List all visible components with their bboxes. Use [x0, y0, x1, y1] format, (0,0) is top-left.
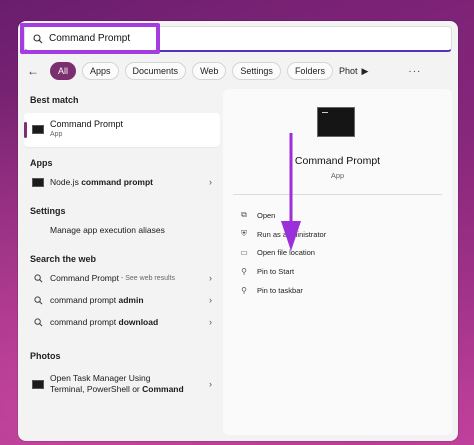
search-web-header: Search the web [30, 254, 97, 264]
filter-bar: ← All Apps Documents Web Settings Folder… [24, 61, 452, 81]
web-download-bold: download [118, 317, 159, 327]
filter-apps[interactable]: Apps [82, 62, 119, 80]
pin-icon: ⚲ [241, 286, 247, 295]
filter-settings[interactable]: Settings [232, 62, 281, 80]
settings-item-label: Manage app execution aliases [50, 225, 165, 235]
apps-header: Apps [30, 158, 53, 168]
folder-icon: ▭ [240, 248, 248, 257]
preview-pane: Command Prompt App ⧉ Open ⛨ Run as admin… [223, 89, 452, 435]
action-open-file-location[interactable]: ▭ Open file location [239, 248, 315, 257]
web-item-label: Command Prompt [50, 273, 119, 283]
annotation-arrow [281, 133, 301, 251]
filter-all[interactable]: All [50, 62, 77, 80]
best-match-subtitle: App [50, 131, 63, 138]
best-match-title: Command Prompt [50, 119, 124, 129]
list-item-web-admin[interactable]: command prompt admin › [24, 291, 220, 309]
search-icon [32, 317, 44, 327]
pin-icon: ⚲ [241, 267, 247, 276]
list-item-web-command-prompt[interactable]: Command Prompt - See web results › [24, 269, 220, 287]
filter-documents[interactable]: Documents [124, 62, 187, 80]
action-open[interactable]: ⧉ Open [239, 210, 275, 220]
search-icon [33, 33, 43, 43]
web-admin-bold: admin [118, 295, 144, 305]
filter-photos[interactable]: Phot [339, 66, 358, 76]
action-pin-to-start[interactable]: ⚲ Pin to Start [239, 267, 294, 276]
photo-line2-prefix: Terminal, PowerShell or [50, 384, 143, 394]
best-match-header: Best match [30, 95, 79, 105]
photo-thumbnail-icon [32, 379, 44, 389]
list-item-execution-aliases[interactable]: Manage app execution aliases [24, 221, 220, 239]
preview-title: Command Prompt [294, 155, 381, 167]
command-prompt-large-icon [317, 107, 355, 137]
web-results-note: - See web results [120, 274, 176, 282]
back-arrow-icon[interactable]: ← [24, 64, 42, 78]
list-item-photo[interactable]: Open Task Manager Using Terminal, PowerS… [24, 371, 220, 397]
chevron-right-icon: › [209, 379, 212, 389]
open-icon: ⧉ [241, 210, 247, 219]
preview-subtitle: App [330, 171, 345, 180]
more-options-icon[interactable]: ··· [408, 66, 421, 77]
nodejs-cmd-icon [32, 177, 44, 187]
nodejs-bold: command prompt [81, 177, 153, 187]
filter-web[interactable]: Web [192, 62, 227, 80]
search-icon [32, 273, 44, 283]
list-item-web-download[interactable]: command prompt download › [24, 313, 220, 331]
chevron-right-icon: › [209, 273, 212, 283]
search-input[interactable]: Command Prompt [49, 33, 130, 44]
shield-icon: ⛨ [241, 229, 247, 238]
action-pin-start-label: Pin to Start [257, 267, 295, 276]
web-admin-prefix: command prompt [50, 295, 119, 305]
search-box[interactable]: Command Prompt [24, 26, 452, 52]
photos-header: Photos [30, 351, 61, 361]
chevron-right-icon: › [209, 317, 212, 327]
search-icon [32, 295, 44, 305]
photo-line2-bold: Command [142, 384, 184, 394]
divider [233, 194, 442, 195]
scroll-right-icon[interactable]: ▶ [361, 66, 368, 77]
action-pin-to-taskbar[interactable]: ⚲ Pin to taskbar [239, 286, 303, 295]
photo-line1: Open Task Manager Using [50, 373, 151, 383]
settings-header: Settings [30, 206, 66, 216]
web-download-prefix: command prompt [50, 317, 119, 327]
chevron-right-icon: › [209, 295, 212, 305]
command-prompt-icon [32, 125, 44, 134]
selection-indicator [24, 122, 27, 138]
start-search-panel: Command Prompt ← All Apps Documents Web … [18, 21, 458, 441]
action-open-label: Open [257, 210, 276, 220]
chevron-right-icon: › [209, 177, 212, 187]
filter-folders[interactable]: Folders [286, 62, 333, 80]
list-item-nodejs[interactable]: Node.js command prompt › [24, 173, 220, 191]
best-match-item[interactable]: Command Prompt App [24, 113, 220, 147]
action-pin-taskbar-label: Pin to taskbar [257, 286, 303, 295]
nodejs-prefix: Node.js [50, 177, 82, 187]
